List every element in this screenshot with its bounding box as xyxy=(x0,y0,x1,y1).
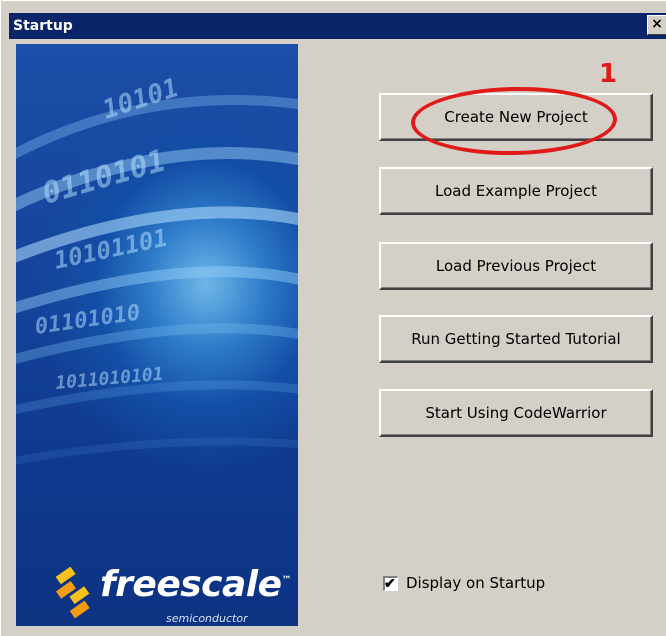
banner-image: 10101 0110101 10101101 01101010 10110101… xyxy=(16,44,298,626)
close-button[interactable]: × xyxy=(647,15,666,35)
svg-text:10101: 10101 xyxy=(99,73,183,126)
run-getting-started-tutorial-button[interactable]: Run Getting Started Tutorial xyxy=(379,315,653,363)
load-previous-project-button[interactable]: Load Previous Project xyxy=(379,242,653,290)
title-bar: Startup × xyxy=(9,13,666,39)
start-using-codewarrior-button[interactable]: Start Using CodeWarrior xyxy=(379,389,653,437)
binary-swirl-graphic: 10101 0110101 10101101 01101010 10110101… xyxy=(16,73,298,465)
load-example-project-button[interactable]: Load Example Project xyxy=(379,167,653,215)
startup-dialog: Startup × 10101 0110101 10101101 0110101… xyxy=(0,0,666,636)
freescale-logo-icon xyxy=(55,566,90,619)
close-icon: × xyxy=(651,16,663,32)
logo-subtitle: semiconductor xyxy=(166,612,248,625)
svg-text:0110101: 0110101 xyxy=(39,143,170,211)
freescale-logo: freescale™ semiconductor xyxy=(16,564,298,626)
display-on-startup-checkbox[interactable]: ✔ xyxy=(383,574,398,591)
annotation-number: 1 xyxy=(599,59,618,89)
display-on-startup-option[interactable]: ✔ Display on Startup xyxy=(383,572,545,594)
logo-wordmark: freescale™ xyxy=(100,564,292,605)
checkmark-icon: ✔ xyxy=(384,574,396,591)
create-new-project-button[interactable]: Create New Project xyxy=(379,93,653,141)
display-on-startup-label: Display on Startup xyxy=(406,574,546,592)
window-title: Startup xyxy=(13,18,73,34)
